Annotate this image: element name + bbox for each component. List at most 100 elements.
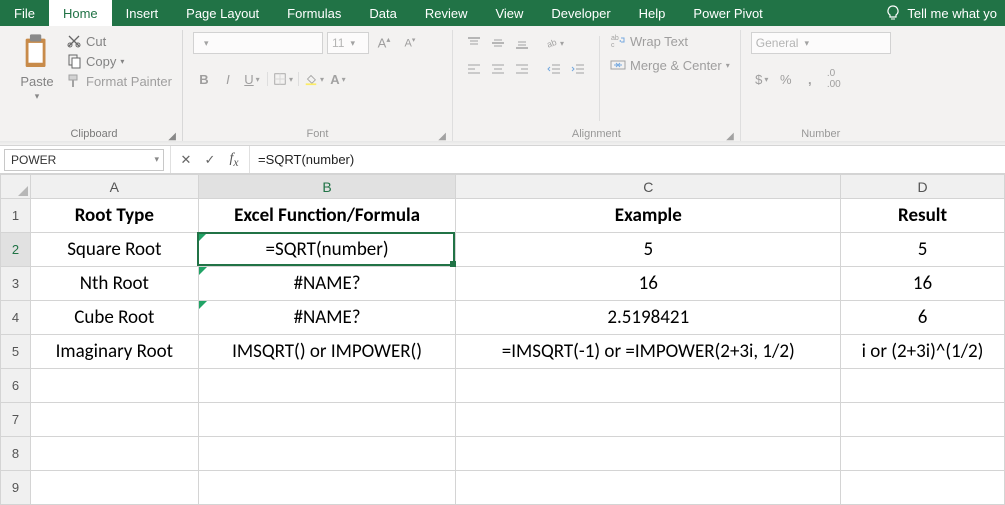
cell-A9[interactable] [30, 471, 198, 505]
dialog-launcher-icon[interactable]: ◢ [168, 131, 176, 142]
cell-D7[interactable] [841, 403, 1005, 437]
increase-font-button[interactable]: A▴ [373, 32, 395, 54]
dialog-launcher-icon[interactable]: ◢ [726, 131, 734, 142]
row-header-3[interactable]: 3 [1, 267, 31, 301]
tab-power-pivot[interactable]: Power Pivot [679, 0, 776, 26]
row-header-8[interactable]: 8 [1, 437, 31, 471]
cell-A7[interactable] [30, 403, 198, 437]
increase-indent-button[interactable] [567, 58, 589, 80]
cell-D3[interactable]: 16 [841, 267, 1005, 301]
select-all-corner[interactable] [1, 175, 31, 199]
cell-C7[interactable] [456, 403, 841, 437]
cell-B9[interactable] [198, 471, 456, 505]
cell-D9[interactable] [841, 471, 1005, 505]
cell-B6[interactable] [198, 369, 456, 403]
cell-B8[interactable] [198, 437, 456, 471]
fx-button[interactable]: fx [223, 149, 245, 171]
cell-A5[interactable]: Imaginary Root [30, 335, 198, 369]
cell-B1[interactable]: Excel Function/Formula [198, 199, 456, 233]
format-painter-button[interactable]: Format Painter [66, 72, 172, 90]
font-size-combo[interactable]: 11▾ [327, 32, 369, 54]
cut-button[interactable]: Cut [66, 32, 172, 50]
percent-button[interactable]: % [775, 68, 797, 90]
row-header-9[interactable]: 9 [1, 471, 31, 505]
wrap-text-button[interactable]: abc Wrap Text [610, 32, 730, 50]
cell-A4[interactable]: Cube Root [30, 301, 198, 335]
dialog-launcher-icon[interactable]: ◢ [438, 131, 446, 142]
underline-button[interactable]: U▾ [241, 68, 263, 90]
align-top-button[interactable] [463, 32, 485, 54]
align-left-button[interactable] [463, 58, 485, 80]
align-middle-button[interactable] [487, 32, 509, 54]
cell-D6[interactable] [841, 369, 1005, 403]
row-header-2[interactable]: 2 [1, 233, 31, 267]
tell-me-search[interactable]: Tell me what yo [877, 0, 1005, 26]
decrease-indent-button[interactable] [543, 58, 565, 80]
cell-C5[interactable]: =IMSQRT(-1) or =IMPOWER(2+3i, 1/2) [456, 335, 841, 369]
name-box[interactable]: POWER▾ [4, 149, 164, 171]
cell-D8[interactable] [841, 437, 1005, 471]
copy-button[interactable]: Copy ▾ [66, 52, 172, 70]
cell-C8[interactable] [456, 437, 841, 471]
row-header-4[interactable]: 4 [1, 301, 31, 335]
cell-A6[interactable] [30, 369, 198, 403]
merge-center-button[interactable]: Merge & Center ▾ [610, 56, 730, 74]
col-header-D[interactable]: D [841, 175, 1005, 199]
align-bottom-button[interactable] [511, 32, 533, 54]
fill-color-button[interactable]: ▾ [303, 68, 325, 90]
cell-C1[interactable]: Example [456, 199, 841, 233]
borders-button[interactable]: ▾ [272, 68, 294, 90]
tab-developer[interactable]: Developer [537, 0, 624, 26]
font-name-combo[interactable]: ▾ [193, 32, 323, 54]
cancel-formula-button[interactable]: ✕ [175, 149, 197, 171]
row-header-5[interactable]: 5 [1, 335, 31, 369]
cell-A8[interactable] [30, 437, 198, 471]
comma-button[interactable]: , [799, 68, 821, 90]
formula-input[interactable]: =SQRT(number) [250, 152, 1005, 167]
tab-help[interactable]: Help [625, 0, 680, 26]
tab-formulas[interactable]: Formulas [273, 0, 355, 26]
cell-D2[interactable]: 5 [841, 233, 1005, 267]
col-header-C[interactable]: C [456, 175, 841, 199]
worksheet-grid[interactable]: ABCD 1Root TypeExcel Function/FormulaExam… [0, 174, 1005, 505]
cell-D5[interactable]: i or (2+3i)^(1/2) [841, 335, 1005, 369]
row-header-6[interactable]: 6 [1, 369, 31, 403]
cell-B4[interactable]: #NAME? [198, 301, 456, 335]
paste-button[interactable]: Paste ▾ [16, 32, 58, 104]
increase-decimal-button[interactable]: .0.00 [823, 68, 845, 90]
tab-home[interactable]: Home [49, 0, 112, 26]
tab-review[interactable]: Review [411, 0, 482, 26]
col-header-B[interactable]: B [198, 175, 456, 199]
cell-B5[interactable]: IMSQRT() or IMPOWER() [198, 335, 456, 369]
cell-C2[interactable]: 5 [456, 233, 841, 267]
align-right-button[interactable] [511, 58, 533, 80]
cell-A3[interactable]: Nth Root [30, 267, 198, 301]
row-header-1[interactable]: 1 [1, 199, 31, 233]
tab-file[interactable]: File [0, 0, 49, 26]
col-header-A[interactable]: A [30, 175, 198, 199]
cell-B2[interactable]: =SQRT(number) [198, 233, 456, 267]
number-format-combo[interactable]: General▾ [751, 32, 891, 54]
decrease-font-button[interactable]: A▾ [399, 32, 421, 54]
cell-D1[interactable]: Result [841, 199, 1005, 233]
tab-view[interactable]: View [481, 0, 537, 26]
cell-C6[interactable] [456, 369, 841, 403]
accounting-format-button[interactable]: $▾ [751, 68, 773, 90]
cell-B7[interactable] [198, 403, 456, 437]
orientation-button[interactable]: ab▾ [543, 32, 565, 54]
tab-insert[interactable]: Insert [112, 0, 173, 26]
italic-button[interactable]: I [217, 68, 239, 90]
cell-C3[interactable]: 16 [456, 267, 841, 301]
row-header-7[interactable]: 7 [1, 403, 31, 437]
cell-D4[interactable]: 6 [841, 301, 1005, 335]
cell-C9[interactable] [456, 471, 841, 505]
cell-A2[interactable]: Square Root [30, 233, 198, 267]
align-center-button[interactable] [487, 58, 509, 80]
bold-button[interactable]: B [193, 68, 215, 90]
enter-formula-button[interactable]: ✓ [199, 149, 221, 171]
font-color-button[interactable]: A▾ [327, 68, 349, 90]
cell-B3[interactable]: #NAME? [198, 267, 456, 301]
cell-A1[interactable]: Root Type [30, 199, 198, 233]
tab-page-layout[interactable]: Page Layout [172, 0, 273, 26]
tab-data[interactable]: Data [355, 0, 410, 26]
